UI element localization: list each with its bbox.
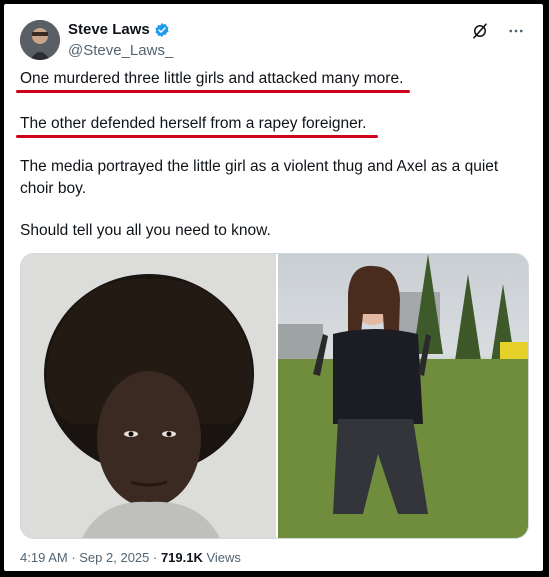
- media-grid[interactable]: [20, 253, 529, 539]
- top-actions: [471, 22, 525, 40]
- video-still-photo[interactable]: [278, 254, 528, 538]
- author-name[interactable]: Steve Laws: [68, 21, 150, 38]
- grok-icon[interactable]: [471, 22, 489, 40]
- red-underline-1: [16, 90, 410, 93]
- post-meta: 4:19 AM · Sep 2, 2025 · 719.1K Views: [20, 550, 241, 565]
- post-text-line-1: One murdered three little girls and atta…: [20, 70, 404, 87]
- views-label: Views: [202, 550, 241, 565]
- avatar-image: [20, 20, 60, 60]
- post-time[interactable]: 4:19 AM: [20, 550, 68, 565]
- author-handle[interactable]: @Steve_Laws_: [68, 42, 173, 59]
- post-card: Steve Laws @Steve_Laws_ One murdered thr…: [4, 4, 543, 571]
- meta-separator: ·: [67, 550, 80, 565]
- post-text-line-2: The other defended herself from a rapey …: [20, 115, 367, 132]
- avatar[interactable]: [20, 20, 60, 60]
- mugshot-photo[interactable]: [21, 254, 276, 538]
- post-text-closing: Should tell you all you need to know.: [20, 222, 271, 239]
- post-date[interactable]: Sep 2, 2025: [79, 550, 149, 565]
- author-name-row[interactable]: Steve Laws: [68, 21, 170, 38]
- meta-separator: ·: [149, 550, 161, 565]
- post-text-paragraph: The media portrayed the little girl as a…: [20, 158, 499, 197]
- video-still-illustration: [278, 254, 528, 538]
- view-count: 719.1K: [160, 550, 203, 565]
- red-underline-2: [16, 135, 378, 138]
- verified-badge-icon: [155, 22, 169, 37]
- mugshot-illustration: [21, 254, 276, 538]
- more-options-icon[interactable]: [507, 22, 525, 40]
